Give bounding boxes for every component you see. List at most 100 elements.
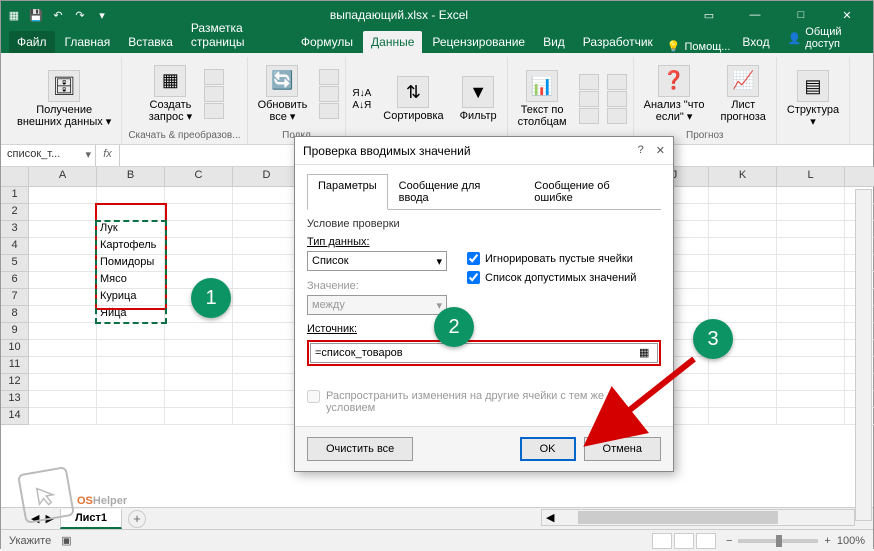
row-header[interactable]: 1 [1, 187, 28, 204]
cell[interactable] [97, 357, 165, 374]
tab-review[interactable]: Рецензирование [424, 31, 533, 53]
cell[interactable] [777, 289, 845, 306]
undo-icon[interactable]: ↶ [49, 6, 67, 24]
cell[interactable] [777, 391, 845, 408]
cell[interactable] [709, 272, 777, 289]
forecast-button[interactable]: 📈Лист прогноза [716, 63, 769, 125]
cell[interactable] [709, 187, 777, 204]
tab-insert[interactable]: Вставка [120, 31, 181, 53]
cell[interactable] [165, 374, 233, 391]
cell[interactable] [29, 408, 97, 425]
col-header[interactable]: C [165, 167, 233, 186]
row-header[interactable]: 10 [1, 340, 28, 357]
tool-icon[interactable] [579, 91, 599, 107]
cell[interactable] [233, 272, 301, 289]
row-header[interactable]: 12 [1, 374, 28, 391]
cell[interactable] [165, 204, 233, 221]
tab-formulas[interactable]: Формулы [293, 31, 361, 53]
cell[interactable]: Помидоры [97, 255, 165, 272]
col-header[interactable]: M [845, 167, 874, 186]
row-header[interactable]: 7 [1, 289, 28, 306]
row-header[interactable]: 4 [1, 238, 28, 255]
zoom-slider[interactable] [738, 539, 818, 543]
cell[interactable] [165, 221, 233, 238]
redo-icon[interactable]: ↷ [71, 6, 89, 24]
cell[interactable] [29, 272, 97, 289]
new-query-button[interactable]: ▦Создать запрос ▾ [145, 63, 196, 125]
cell[interactable] [165, 323, 233, 340]
cell[interactable] [709, 391, 777, 408]
tab-error-alert[interactable]: Сообщение об ошибке [523, 174, 661, 210]
cell[interactable] [777, 187, 845, 204]
cell[interactable]: Мясо [97, 272, 165, 289]
cell[interactable]: Картофель [97, 238, 165, 255]
clear-all-button[interactable]: Очистить все [307, 437, 413, 461]
cell[interactable] [97, 187, 165, 204]
cell[interactable] [29, 306, 97, 323]
cell[interactable] [777, 272, 845, 289]
tab-parameters[interactable]: Параметры [307, 174, 388, 210]
text-to-columns-button[interactable]: 📊Текст по столбцам [514, 68, 571, 130]
sort-az-icon[interactable]: Я↓А [352, 88, 371, 99]
col-header[interactable]: K [709, 167, 777, 186]
cell[interactable] [97, 374, 165, 391]
in-cell-dropdown-checkbox[interactable]: Список допустимых значений [467, 271, 636, 284]
tab-data[interactable]: Данные [363, 31, 422, 53]
query-icon[interactable] [204, 86, 224, 102]
tool-icon[interactable] [607, 108, 627, 124]
cell[interactable] [29, 323, 97, 340]
cell[interactable] [777, 221, 845, 238]
zoom-out-icon[interactable]: − [726, 535, 732, 547]
col-header[interactable]: B [97, 167, 165, 186]
tool-icon[interactable] [579, 74, 599, 90]
minimize-icon[interactable]: — [733, 2, 777, 28]
cell[interactable] [29, 391, 97, 408]
cell[interactable] [233, 187, 301, 204]
cell[interactable] [97, 340, 165, 357]
select-all-corner[interactable] [1, 167, 29, 187]
save-icon[interactable]: 💾 [27, 6, 45, 24]
refresh-button[interactable]: 🔄Обновить все ▾ [254, 63, 312, 125]
cell[interactable] [777, 255, 845, 272]
tool-icon[interactable] [607, 91, 627, 107]
conn-icon[interactable] [319, 86, 339, 102]
ignore-blank-checkbox[interactable]: Игнорировать пустые ячейки [467, 252, 636, 265]
cell[interactable] [165, 408, 233, 425]
cell[interactable] [165, 238, 233, 255]
cell[interactable] [709, 374, 777, 391]
cell[interactable] [97, 391, 165, 408]
cell[interactable] [29, 187, 97, 204]
cell[interactable] [709, 204, 777, 221]
row-header[interactable]: 14 [1, 408, 28, 425]
zoom-in-icon[interactable]: + [824, 535, 830, 547]
cell[interactable] [233, 408, 301, 425]
cell[interactable] [97, 408, 165, 425]
cell[interactable] [233, 340, 301, 357]
cell[interactable] [165, 187, 233, 204]
cell[interactable] [29, 221, 97, 238]
cell[interactable] [165, 340, 233, 357]
qat-dropdown-icon[interactable]: ▾ [93, 6, 111, 24]
cell[interactable]: Яйца [97, 306, 165, 323]
view-layout-icon[interactable] [674, 533, 694, 549]
zoom-level[interactable]: 100% [837, 535, 865, 547]
ok-button[interactable]: OK [520, 437, 576, 461]
cell[interactable] [97, 323, 165, 340]
col-header[interactable]: A [29, 167, 97, 186]
cell[interactable] [165, 391, 233, 408]
cell[interactable] [233, 323, 301, 340]
cell[interactable]: Лук [97, 221, 165, 238]
cell[interactable] [709, 357, 777, 374]
cell[interactable] [29, 289, 97, 306]
tool-icon[interactable] [607, 74, 627, 90]
cell[interactable] [29, 374, 97, 391]
tab-input-message[interactable]: Сообщение для ввода [388, 174, 524, 210]
cell[interactable] [709, 255, 777, 272]
cell[interactable] [777, 306, 845, 323]
cell[interactable] [709, 408, 777, 425]
tool-icon[interactable] [579, 108, 599, 124]
cell[interactable] [233, 391, 301, 408]
conn-icon[interactable] [319, 103, 339, 119]
cell[interactable]: Курица [97, 289, 165, 306]
tell-me[interactable]: 💡 Помощ... [667, 40, 731, 53]
